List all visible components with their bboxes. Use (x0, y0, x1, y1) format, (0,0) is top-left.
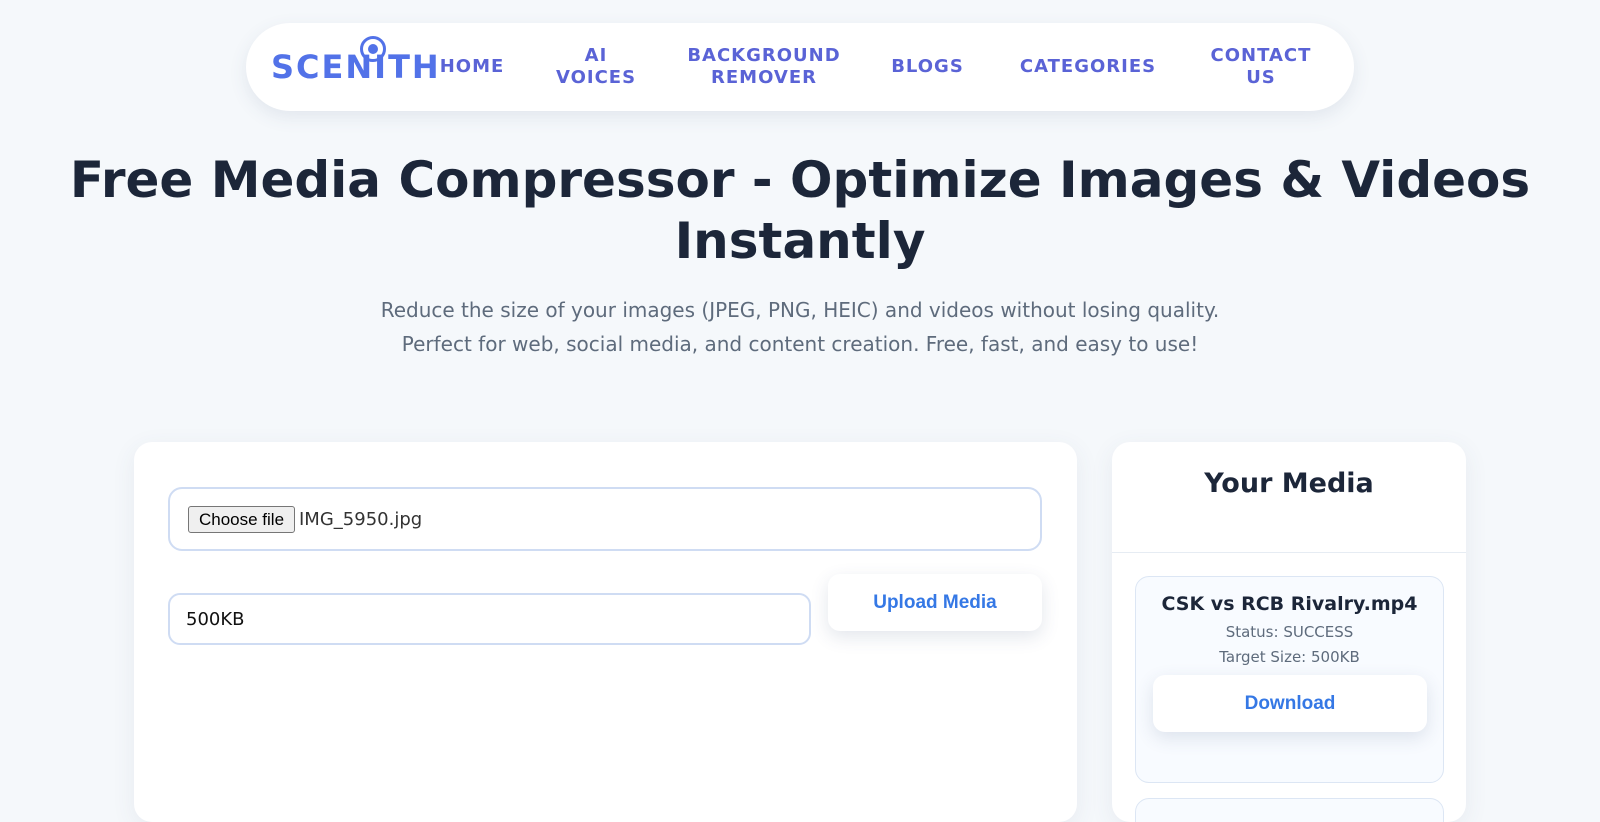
media-list-item (1135, 798, 1444, 822)
media-panel-title: Your Media (1204, 468, 1374, 499)
upload-media-button[interactable]: Upload Media (828, 574, 1042, 631)
nav-item-categories[interactable]: CATEGORIES (1018, 23, 1158, 111)
nav-item-contact-us[interactable]: CONTACT US (1210, 23, 1312, 111)
logo-text: SCENITH (271, 48, 441, 86)
download-button[interactable]: Download (1153, 675, 1427, 732)
nav-label-line1: CATEGORIES (1019, 56, 1157, 77)
nav-label-line2: US (1246, 67, 1276, 88)
top-navbar: SCENITH HOME AI VOICES BACKGROUND REMOVE… (246, 23, 1354, 111)
choose-file-button[interactable]: Choose file (188, 506, 295, 533)
media-list-item: CSK vs RCB Rivalry.mp4 Status: SUCCESS T… (1135, 576, 1444, 783)
media-target-size: Target Size: 500KB (1219, 648, 1360, 666)
nav-item-background-remover[interactable]: BACKGROUND REMOVER (687, 23, 841, 111)
nav-label-line1: BLOGS (891, 56, 964, 77)
compressor-card: Choose file IMG_5950.jpg Upload Media (134, 442, 1077, 822)
scenith-logo[interactable]: SCENITH (271, 36, 441, 87)
selected-file-name: IMG_5950.jpg (299, 509, 423, 530)
your-media-panel: Your Media CSK vs RCB Rivalry.mp4 Status… (1112, 442, 1466, 822)
divider (1112, 552, 1466, 553)
nav-label-line2: VOICES (555, 67, 637, 88)
nav-label-line1: HOME (439, 56, 505, 77)
target-size-input[interactable] (168, 593, 811, 645)
nav-label-line1: AI (584, 45, 608, 66)
nav-item-home[interactable]: HOME (437, 23, 507, 111)
nav-label-line1: CONTACT (1210, 45, 1312, 66)
nav-item-ai-voices[interactable]: AI VOICES (556, 23, 636, 111)
media-status: Status: SUCCESS (1225, 623, 1354, 641)
file-picker[interactable]: Choose file IMG_5950.jpg (168, 487, 1042, 551)
nav-label-line1: BACKGROUND (687, 45, 841, 66)
nav-item-blogs[interactable]: BLOGS (890, 23, 965, 111)
page-subtitle: Reduce the size of your images (JPEG, PN… (380, 298, 1220, 356)
page-title: Free Media Compressor - Optimize Images … (69, 151, 1531, 270)
location-pin-icon (360, 36, 386, 62)
media-file-name: CSK vs RCB Rivalry.mp4 (1161, 593, 1418, 615)
nav-label-line2: REMOVER (711, 67, 817, 88)
